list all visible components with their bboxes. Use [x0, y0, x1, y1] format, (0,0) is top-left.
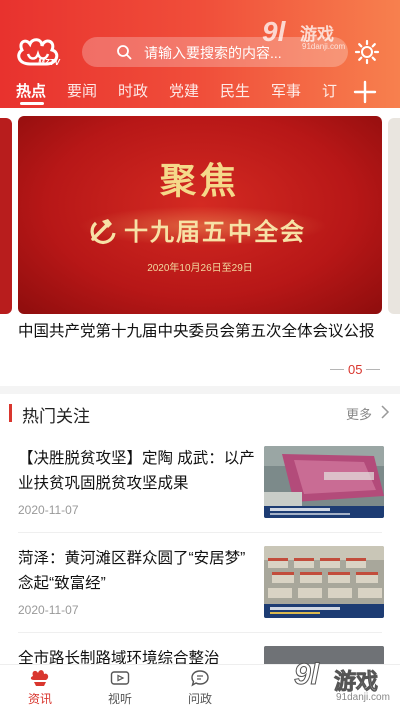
add-channel-icon[interactable] [352, 79, 378, 105]
tab-party[interactable]: 党建 [169, 80, 199, 101]
category-tabs: 热点 要闻 时政 党建 民生 军事 订 [0, 78, 400, 106]
nav-video-label: 视听 [107, 692, 132, 706]
pager-line-right [366, 369, 381, 370]
tab-hot[interactable]: 热点 [16, 80, 46, 101]
news-date: 2020-11-07 [18, 503, 79, 517]
active-tab-indicator [20, 102, 44, 105]
section-accent-bar [9, 404, 12, 422]
more-link[interactable]: 更多 [346, 404, 372, 423]
news-item[interactable]: 【决胜脱贫攻坚】定陶 成武：以产业扶贫巩固脱贫攻坚成果 2020-11-07 [0, 440, 400, 530]
watermark-num: 9l [293, 658, 320, 692]
nav-news-label: 资讯 [27, 692, 52, 706]
watermark-top: 9l 游戏 91danji.com [262, 16, 350, 56]
list-separator [18, 632, 382, 633]
banner-title: 聚焦 [159, 160, 240, 202]
pager-line-left [330, 369, 344, 370]
news-date: 2020-11-07 [18, 603, 79, 617]
watermark-bottom: 9l 游戏 91danji.com [290, 658, 400, 710]
news-title: 菏泽：黄河滩区群众圆了“安居梦” 念起“致富经” [18, 550, 246, 592]
chat-icon [191, 670, 209, 687]
news-thumbnail [264, 546, 384, 618]
news-icon [30, 670, 49, 686]
section-title: 热门关注 [22, 407, 90, 426]
nav-video[interactable]: 视听 [90, 665, 150, 710]
banner-caption[interactable]: 中国共产党第十九届中央委员会第五次全体会议公报 [18, 320, 382, 343]
watermark-url: 91danji.com [302, 42, 346, 51]
chevron-right-icon[interactable] [380, 405, 390, 419]
nav-news[interactable]: 资讯 [10, 665, 70, 710]
nav-inquiry-label: 问政 [187, 692, 212, 706]
news-title: 【决胜脱贫攻坚】定陶 成武：以产业扶贫巩固脱贫攻坚成果 [18, 450, 255, 492]
tv-icon [110, 671, 130, 685]
app-header: MZTV 请输入要搜索的内容... 9l 游戏 91danji.com 热点 要… [0, 0, 400, 108]
list-separator [18, 532, 382, 533]
banner-slide[interactable]: 聚焦 十九届五中全会 2020年10月26日至29日 [18, 116, 382, 314]
party-emblem-icon [90, 218, 116, 244]
nav-inquiry[interactable]: 问政 [170, 665, 230, 710]
tab-military[interactable]: 军事 [271, 80, 301, 101]
logo-text: MZTV [38, 58, 60, 67]
banner-date: 2020年10月26日至29日 [147, 263, 253, 274]
tab-politics[interactable]: 时政 [118, 80, 148, 101]
tab-subscribe[interactable]: 订 [322, 80, 337, 101]
tab-livelihood[interactable]: 民生 [220, 80, 250, 101]
carousel-indicator: 05 [330, 362, 381, 377]
section-divider [0, 386, 400, 394]
settings-icon[interactable] [354, 39, 380, 65]
banner-prev-peek[interactable] [0, 118, 12, 314]
pager-number: 05 [348, 362, 363, 377]
news-item[interactable]: 菏泽：黄河滩区群众圆了“安居梦” 念起“致富经” 2020-11-07 [0, 540, 400, 630]
search-icon [117, 45, 132, 60]
banner-subline: 十九届五中全会 [88, 212, 306, 247]
watermark-url: 91danji.com [336, 692, 390, 703]
banner-subtitle: 十九届五中全会 [124, 217, 306, 246]
news-thumbnail [264, 446, 384, 518]
banner-next-peek[interactable] [388, 118, 400, 314]
watermark-num: 9l [262, 16, 286, 47]
tab-news[interactable]: 要闻 [67, 80, 97, 101]
